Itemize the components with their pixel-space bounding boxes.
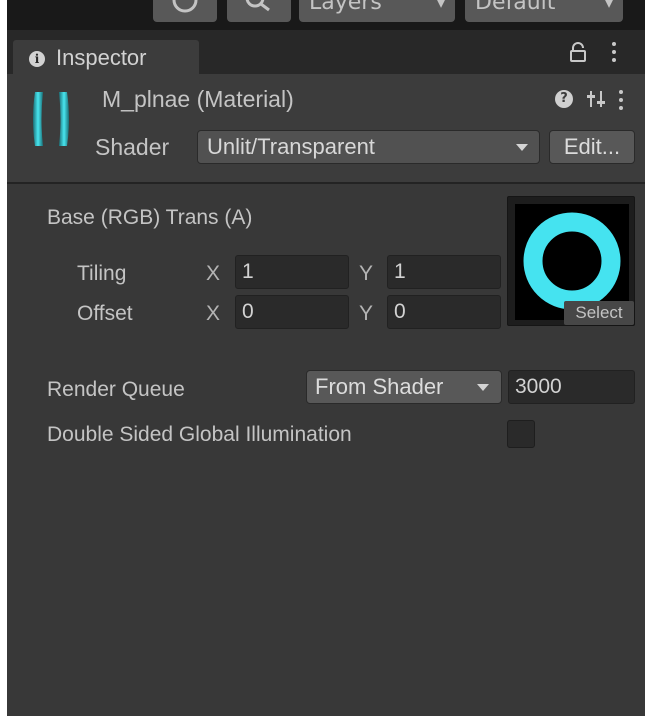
tiling-label: Tiling: [77, 262, 127, 285]
texture-select-button[interactable]: Select: [564, 301, 634, 325]
tiling-y-label: Y: [359, 262, 374, 285]
offset-y-label: Y: [359, 302, 374, 325]
search-button[interactable]: [227, 0, 291, 22]
kebab-menu-icon[interactable]: [612, 42, 617, 66]
layout-dropdown[interactable]: Default ▾: [465, 0, 623, 22]
tab-inspector-label: Inspector: [56, 45, 147, 70]
main-texture-label: Base (RGB) Trans (A): [47, 206, 253, 229]
tiling-x-field[interactable]: 1: [235, 255, 349, 289]
layers-dropdown[interactable]: Layers ▾: [299, 0, 455, 22]
help-icon[interactable]: ?: [555, 90, 573, 108]
inspector-window: Layers ▾ Default ▾ i Inspector M_plnae (…: [7, 0, 645, 716]
chevron-down-icon: ▾: [436, 0, 445, 12]
shader-label: Shader: [95, 134, 170, 160]
chevron-down-icon: ▾: [604, 0, 613, 12]
preset-sliders-icon[interactable]: [585, 89, 607, 109]
history-button[interactable]: [153, 0, 217, 22]
double-sided-gi-checkbox[interactable]: [507, 420, 535, 448]
double-sided-gi-label: Double Sided Global Illumination: [47, 423, 352, 446]
material-preview-icon: [33, 92, 69, 146]
info-icon: i: [29, 51, 45, 67]
dropdown-arrow-icon: [516, 144, 528, 151]
tiling-x-label: X: [206, 262, 221, 285]
main-toolbar: Layers ▾ Default ▾: [7, 0, 645, 28]
material-header: M_plnae (Material) ? Shader Unlit/Transp…: [7, 74, 645, 184]
texture-slot[interactable]: Select: [507, 196, 635, 326]
search-icon: [245, 0, 270, 12]
edit-shader-button[interactable]: Edit...: [549, 130, 635, 164]
shader-dropdown[interactable]: Unlit/Transparent: [197, 130, 540, 164]
render-queue-field[interactable]: 3000: [508, 370, 635, 404]
offset-x-field[interactable]: 0: [235, 295, 349, 329]
offset-x-label: X: [206, 302, 221, 325]
tiling-y-field[interactable]: 1: [387, 255, 501, 289]
material-title: M_plnae (Material): [102, 86, 294, 112]
offset-y-field[interactable]: 0: [387, 295, 501, 329]
kebab-menu-icon[interactable]: [619, 90, 624, 114]
dropdown-arrow-icon: [477, 384, 489, 391]
layout-label: Default: [475, 0, 556, 15]
render-queue-label: Render Queue: [47, 378, 185, 401]
lock-icon[interactable]: [569, 42, 587, 62]
render-queue-mode-dropdown[interactable]: From Shader: [306, 370, 502, 404]
tab-inspector[interactable]: i Inspector: [13, 40, 199, 76]
shader-value: Unlit/Transparent: [207, 134, 375, 159]
render-queue-mode: From Shader: [315, 374, 444, 399]
tab-bar: i Inspector: [7, 28, 645, 76]
layers-label: Layers: [309, 0, 382, 15]
offset-label: Offset: [77, 302, 133, 325]
history-icon: [172, 0, 198, 13]
